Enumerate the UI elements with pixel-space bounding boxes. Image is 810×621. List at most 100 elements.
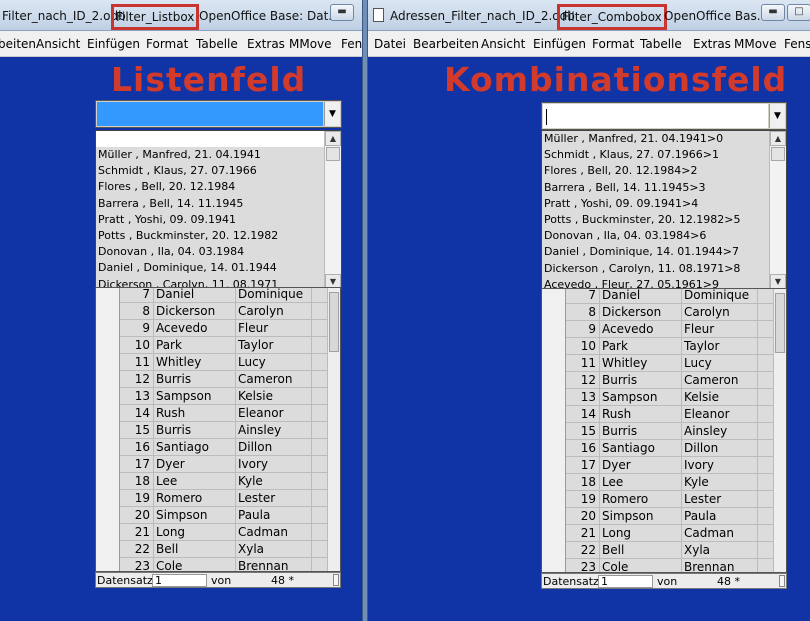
row-selector[interactable] [96, 354, 120, 371]
table-row[interactable]: 22 Bell Xyla [96, 541, 328, 558]
list-item[interactable]: Daniel , Dominique, 14. 01.1944 [96, 260, 341, 276]
cell-lastname[interactable]: Dyer [154, 456, 236, 473]
table-row[interactable]: 7 Daniel Dominique [96, 288, 328, 303]
list-item[interactable]: Pratt , Yoshi, 09. 09.1941 [96, 212, 341, 228]
cell-lastname[interactable]: Santiago [154, 439, 236, 456]
cell-lastname[interactable]: Cole [600, 559, 682, 572]
row-selector[interactable] [542, 321, 566, 338]
cell-firstname[interactable]: Carolyn [236, 303, 312, 320]
menu-item[interactable]: Fens [784, 37, 810, 51]
cell-id[interactable]: 23 [566, 559, 600, 572]
row-selector[interactable] [542, 525, 566, 542]
row-selector[interactable] [96, 558, 120, 571]
list-item[interactable]: Barrera , Bell, 14. 11.1945 [96, 196, 341, 212]
row-selector[interactable] [542, 440, 566, 457]
table-row[interactable]: 12 Burris Cameron [542, 372, 774, 389]
cell-firstname[interactable]: Cameron [682, 372, 758, 389]
cell-id[interactable]: 9 [566, 321, 600, 338]
table-row[interactable]: 16 Santiago Dillon [542, 440, 774, 457]
table-row[interactable]: 10 Park Taylor [96, 337, 328, 354]
menu-item[interactable]: Datei [374, 37, 406, 51]
cell-firstname[interactable]: Cadman [236, 524, 312, 541]
minimize-icon[interactable]: ▬ [761, 4, 785, 21]
table-row[interactable]: 21 Long Cadman [542, 525, 774, 542]
table-row[interactable]: 17 Dyer Ivory [96, 456, 328, 473]
cell-firstname[interactable]: Dominique [236, 288, 312, 303]
cell-firstname[interactable]: Fleur [236, 320, 312, 337]
cell-id[interactable]: 9 [120, 320, 154, 337]
cell-lastname[interactable]: Sampson [154, 388, 236, 405]
cell-firstname[interactable]: Paula [682, 508, 758, 525]
table-row[interactable]: 21 Long Cadman [96, 524, 328, 541]
data-grid-left[interactable]: 7 Daniel Dominique 8 Dickerson Carolyn 9 Aceved… [95, 287, 341, 572]
combobox-dropdown[interactable]: Müller , Manfred, 21. 04.1941>0 Schmidt ,… [541, 130, 787, 290]
row-selector[interactable] [542, 457, 566, 474]
cell-firstname[interactable]: Dillon [682, 440, 758, 457]
record-number-input[interactable]: 1 [598, 575, 653, 588]
list-item[interactable]: Donovan , Ila, 04. 03.1984 [96, 244, 341, 260]
row-selector[interactable] [96, 456, 120, 473]
cell-firstname[interactable]: Taylor [236, 337, 312, 354]
row-selector[interactable] [96, 507, 120, 524]
table-row[interactable]: 19 Romero Lester [542, 491, 774, 508]
nav-scroll-edge[interactable] [333, 574, 339, 586]
cell-firstname[interactable]: Kelsie [682, 389, 758, 406]
cell-id[interactable]: 12 [120, 371, 154, 388]
menu-item[interactable]: Format [146, 37, 188, 51]
cell-lastname[interactable]: Romero [600, 491, 682, 508]
chevron-down-icon[interactable]: ▼ [769, 104, 785, 128]
listbox-field[interactable]: ▼ [95, 100, 342, 128]
table-row[interactable]: 17 Dyer Ivory [542, 457, 774, 474]
data-grid-right[interactable]: 7 Daniel Dominique 8 Dickerson Carolyn 9 Aceved… [541, 288, 787, 573]
cell-id[interactable]: 23 [120, 558, 154, 571]
table-row[interactable]: 8 Dickerson Carolyn [542, 304, 774, 321]
cell-lastname[interactable]: Cole [154, 558, 236, 571]
row-selector[interactable] [542, 491, 566, 508]
row-selector[interactable] [96, 541, 120, 558]
menu-item[interactable]: beiten [0, 37, 36, 51]
table-row[interactable]: 19 Romero Lester [96, 490, 328, 507]
table-row[interactable]: 22 Bell Xyla [542, 542, 774, 559]
table-row[interactable]: 12 Burris Cameron [96, 371, 328, 388]
cell-id[interactable]: 21 [120, 524, 154, 541]
cell-id[interactable]: 14 [120, 405, 154, 422]
list-item[interactable]: Müller , Manfred, 21. 04.1941 [96, 147, 341, 163]
list-item[interactable]: Flores , Bell, 20. 12.1984>2 [542, 163, 786, 179]
menu-item[interactable]: Format [592, 37, 634, 51]
cell-lastname[interactable]: Lee [154, 473, 236, 490]
cell-lastname[interactable]: Daniel [600, 289, 682, 304]
cell-lastname[interactable]: Park [154, 337, 236, 354]
list-item[interactable]: Donovan , Ila, 04. 03.1984>6 [542, 228, 786, 244]
cell-lastname[interactable]: Burris [154, 422, 236, 439]
cell-id[interactable]: 18 [566, 474, 600, 491]
cell-id[interactable]: 19 [566, 491, 600, 508]
table-row[interactable]: 20 Simpson Paula [96, 507, 328, 524]
cell-lastname[interactable]: Burris [600, 423, 682, 440]
scroll-up-icon[interactable]: ▲ [325, 131, 341, 146]
cell-id[interactable]: 13 [120, 388, 154, 405]
cell-lastname[interactable]: Acevedo [154, 320, 236, 337]
list-item[interactable]: Schmidt , Klaus, 27. 07.1966 [96, 163, 341, 179]
grid-scroll-thumb[interactable] [775, 293, 785, 353]
table-row[interactable]: 15 Burris Ainsley [96, 422, 328, 439]
cell-firstname[interactable]: Ivory [682, 457, 758, 474]
combobox-scrollbar[interactable]: ▲ ▼ [769, 131, 786, 289]
record-number-input[interactable]: 1 [152, 574, 207, 587]
table-row[interactable]: 23 Cole Brennan [96, 558, 328, 571]
table-row[interactable]: 7 Daniel Dominique [542, 289, 774, 304]
cell-lastname[interactable]: Simpson [154, 507, 236, 524]
cell-id[interactable]: 20 [566, 508, 600, 525]
menu-item[interactable]: Einfügen [87, 37, 140, 51]
menu-item[interactable]: MMove [734, 37, 777, 51]
row-selector[interactable] [542, 304, 566, 321]
cell-firstname[interactable]: Xyla [236, 541, 312, 558]
cell-id[interactable]: 17 [566, 457, 600, 474]
row-selector[interactable] [542, 338, 566, 355]
row-selector[interactable] [96, 337, 120, 354]
grid-scrollbar[interactable] [773, 289, 786, 572]
menu-item[interactable]: Fen [341, 37, 362, 51]
cell-firstname[interactable]: Xyla [682, 542, 758, 559]
menu-item[interactable]: Ansicht [481, 37, 525, 51]
cell-id[interactable]: 17 [120, 456, 154, 473]
row-selector[interactable] [96, 371, 120, 388]
